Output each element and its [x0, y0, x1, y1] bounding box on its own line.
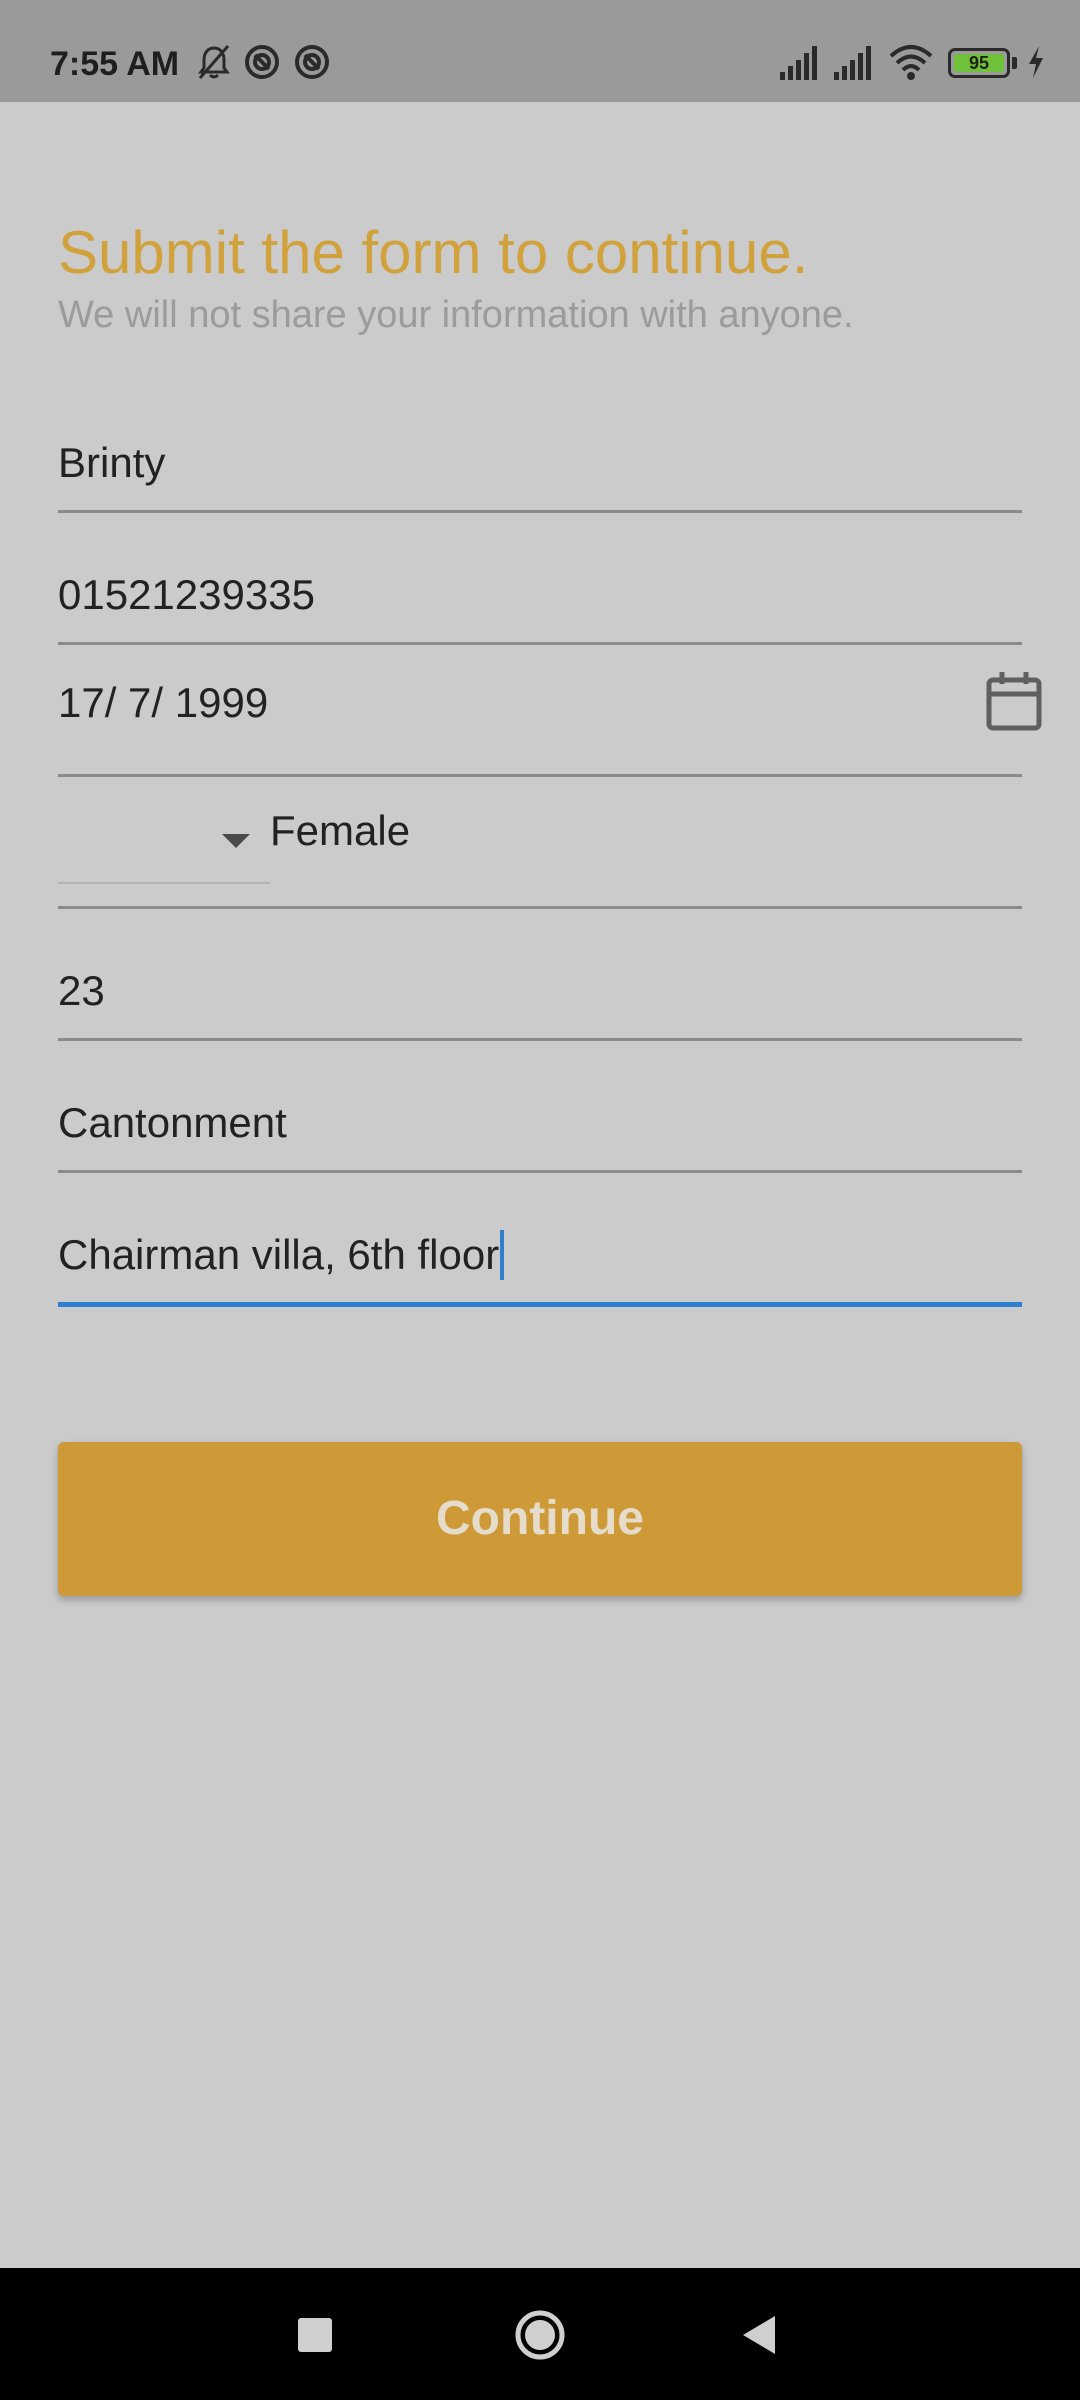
navigation-bar [0, 2268, 1080, 2400]
calendar-icon[interactable] [984, 670, 1044, 734]
bell-off-icon [194, 42, 234, 82]
dob-field[interactable]: 17/ 7/ 1999 [58, 679, 1022, 777]
gender-value[interactable]: Female [270, 806, 410, 856]
form-title: Submit the form to continue. [58, 219, 809, 286]
address-value: Chairman villa, 6th floor [58, 1230, 505, 1280]
address-text: Chairman villa, 6th floor [58, 1231, 500, 1278]
address-field[interactable]: Chairman villa, 6th floor [58, 1230, 1022, 1307]
gender-dropdown[interactable] [58, 800, 270, 884]
sync-icon [242, 42, 282, 82]
chevron-down-icon [222, 834, 250, 848]
name-value: Brinty [58, 439, 166, 486]
dob-value: 17/ 7/ 1999 [58, 679, 269, 726]
back-icon[interactable] [725, 2300, 795, 2370]
text-cursor [500, 1230, 505, 1280]
recents-icon[interactable] [280, 2300, 350, 2370]
sync-icon [292, 42, 332, 82]
status-time: 7:55 AM [50, 45, 180, 83]
form-subtitle: We will not share your information with … [58, 294, 854, 336]
wifi-icon [888, 42, 934, 82]
signal-icon [778, 42, 822, 82]
signal-icon [832, 42, 876, 82]
phone-value: 01521239335 [58, 571, 315, 618]
area-field[interactable]: Cantonment [58, 1099, 1022, 1173]
charging-icon [1024, 42, 1048, 82]
status-bar: 7:55 AM 95 [0, 0, 1080, 102]
battery-icon: 95 [948, 48, 1010, 78]
battery-tip [1012, 57, 1017, 69]
age-field[interactable]: 23 [58, 967, 1022, 1041]
phone-field[interactable]: 01521239335 [58, 571, 1022, 645]
home-icon[interactable] [505, 2300, 575, 2370]
battery-level: 95 [968, 53, 990, 73]
area-value: Cantonment [58, 1099, 287, 1146]
name-field[interactable]: Brinty [58, 439, 1022, 513]
age-value: 23 [58, 967, 105, 1014]
continue-button[interactable]: Continue [58, 1442, 1022, 1596]
